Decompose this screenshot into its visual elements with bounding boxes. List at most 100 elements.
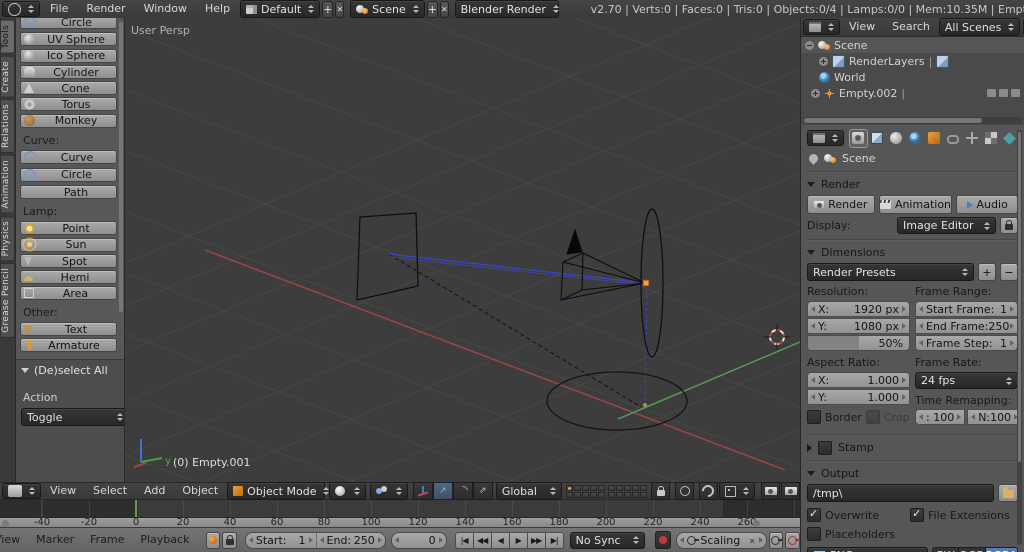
tab-object-data[interactable] <box>963 130 980 147</box>
tab-grease-pencil[interactable]: Grease Pencil <box>0 263 15 339</box>
play-button[interactable]: ▶ <box>509 531 528 549</box>
pivot-point-dropdown[interactable] <box>369 482 408 500</box>
timeline-ruler[interactable]: -40 -20 0 20 40 60 80 100 120 140 160 18… <box>0 517 800 528</box>
resolution-percentage-slider[interactable]: 50% <box>807 335 910 351</box>
bw-button[interactable]: BW <box>933 548 960 552</box>
use-preview-range-button[interactable] <box>205 531 221 549</box>
tab-world[interactable] <box>907 130 924 147</box>
add-area-lamp-button[interactable]: Area <box>20 286 117 300</box>
expand-icon[interactable] <box>819 56 828 66</box>
toolshelf-scrollbar[interactable] <box>119 22 123 312</box>
tab-render-layers[interactable] <box>869 130 886 147</box>
resolution-x-field[interactable]: X: 1920 px <box>807 301 910 317</box>
border-checkbox[interactable] <box>807 410 821 424</box>
editor-type-properties-button[interactable] <box>807 130 844 146</box>
lock-range-button[interactable] <box>222 531 237 549</box>
viewport-scene[interactable] <box>0 0 1024 552</box>
deselect-all-panel-header[interactable]: (De)select All <box>21 364 119 377</box>
opengl-render-anim-button[interactable] <box>781 482 800 500</box>
tab-animation[interactable]: Animation <box>0 155 15 215</box>
output-panel-header[interactable]: Output <box>807 466 1018 481</box>
remap-new-field[interactable]: N:100 <box>967 409 1023 425</box>
add-cylinder-button[interactable]: Cylinder <box>20 65 117 79</box>
aspect-y-field[interactable]: Y: 1.000 <box>807 389 910 405</box>
crop-checkbox[interactable] <box>865 410 880 424</box>
start-frame-field[interactable]: Start: 1 <box>245 532 317 548</box>
add-spot-lamp-button[interactable]: Spot <box>20 254 117 268</box>
expand-icon[interactable] <box>811 88 820 98</box>
remove-preset-button[interactable]: − <box>1000 263 1018 281</box>
snap-element-dropdown[interactable] <box>718 482 756 500</box>
add-monkey-button[interactable]: Monkey <box>20 113 117 128</box>
tab-relations[interactable]: Relations <box>0 99 15 154</box>
3d-viewport[interactable]: User Persp y (0) Empty.001 <box>0 0 1024 552</box>
file-format-dropdown[interactable]: PNG <box>807 547 929 552</box>
add-sun-lamp-button[interactable]: Sun <box>20 237 117 252</box>
menu-object[interactable]: Object <box>174 482 226 500</box>
auto-keyframe-button[interactable] <box>655 531 672 549</box>
frame-rate-dropdown[interactable]: 24 fps <box>915 372 1018 389</box>
proportional-edit-button[interactable] <box>675 482 694 500</box>
stamp-panel-header[interactable]: Stamp <box>807 440 1018 455</box>
start-frame-field[interactable]: Start Frame: 1 <box>915 301 1018 317</box>
delete-keyframe-button[interactable] <box>785 531 800 549</box>
browse-output-button[interactable] <box>998 484 1018 502</box>
tab-tools[interactable]: Tools <box>0 20 15 54</box>
render-engine-selector[interactable]: Blender Render <box>454 0 559 18</box>
timeline-menu-playback[interactable]: Playback <box>132 531 197 549</box>
outliner-row-renderlayers[interactable]: RenderLayers | <box>801 53 1024 69</box>
lock-to-scene-button[interactable] <box>651 482 671 500</box>
aspect-x-field[interactable]: X: 1.000 <box>807 372 910 388</box>
tab-texture[interactable] <box>982 130 999 147</box>
add-ico-sphere-button[interactable]: Ico Sphere <box>20 48 117 63</box>
properties-scrollbar[interactable] <box>1017 130 1022 545</box>
tab-physics[interactable] <box>1001 130 1018 147</box>
add-text-button[interactable]: Text <box>20 322 117 336</box>
file-extensions-checkbox[interactable] <box>910 507 925 522</box>
add-curve-button[interactable]: Curve <box>20 147 117 167</box>
scene-selector[interactable]: Scene <box>350 0 425 18</box>
outliner-hscrollbar[interactable] <box>803 117 1022 124</box>
placeholders-checkbox[interactable] <box>807 527 821 541</box>
dimensions-panel-header[interactable]: Dimensions <box>807 245 1018 260</box>
output-path-field[interactable]: /tmp\ <box>807 484 994 502</box>
frame-step-field[interactable]: Frame Step: 1 <box>915 335 1018 351</box>
menu-file[interactable]: File <box>42 0 76 18</box>
jump-to-end-button[interactable]: ▶| <box>545 531 564 549</box>
mode-dropdown[interactable]: Object Mode <box>227 482 330 500</box>
render-animation-button[interactable]: Animation <box>878 195 953 214</box>
layers-widget[interactable] <box>566 484 648 498</box>
tab-create[interactable]: Create <box>0 55 15 98</box>
editor-type-3dview-button[interactable] <box>2 483 41 499</box>
end-frame-field[interactable]: End Frame: 250 <box>915 318 1018 334</box>
end-frame-field[interactable]: End: 250 <box>316 532 385 548</box>
manipulator-toggle-button[interactable] <box>412 482 433 500</box>
sync-dropdown[interactable]: No Sync <box>569 531 646 549</box>
outliner-menu-view[interactable]: View <box>841 18 883 36</box>
overwrite-checkbox[interactable] <box>807 507 821 522</box>
outliner-menu-search[interactable]: Search <box>884 18 938 36</box>
timeline-area[interactable] <box>0 500 800 517</box>
add-uv-sphere-button[interactable]: UV Sphere <box>20 32 117 46</box>
jump-prev-keyframe-button[interactable]: ◀◀ <box>473 531 492 549</box>
display-dropdown[interactable]: Image Editor <box>897 217 996 234</box>
add-curve-circle-button[interactable]: Circle <box>20 167 117 182</box>
add-hemi-lamp-button[interactable]: Hemi <box>20 270 117 284</box>
render-presets-dropdown[interactable]: Render Presets <box>807 263 974 281</box>
clear-keying-set-icon[interactable] <box>749 534 756 547</box>
timeline-menu-marker[interactable]: Marker <box>28 531 82 549</box>
outliner-row-world[interactable]: World <box>801 69 1024 85</box>
stamp-checkbox[interactable] <box>818 440 832 455</box>
render-panel-header[interactable]: Render <box>807 177 1018 192</box>
add-path-button[interactable]: ↗ Path <box>20 185 117 199</box>
menu-render[interactable]: Render <box>78 0 133 18</box>
collapse-icon[interactable] <box>805 40 814 50</box>
rgba-button[interactable]: RGBA <box>985 548 1017 552</box>
menu-help[interactable]: Help <box>197 0 238 18</box>
pin-icon[interactable] <box>807 151 820 165</box>
render-audio-button[interactable]: Audio <box>956 195 1019 214</box>
jump-to-start-button[interactable]: |◀ <box>454 531 474 549</box>
play-reverse-button[interactable]: ◀ <box>491 531 510 549</box>
add-layout-button[interactable] <box>322 0 334 18</box>
add-circle-button-partial[interactable]: Circle <box>20 18 117 29</box>
